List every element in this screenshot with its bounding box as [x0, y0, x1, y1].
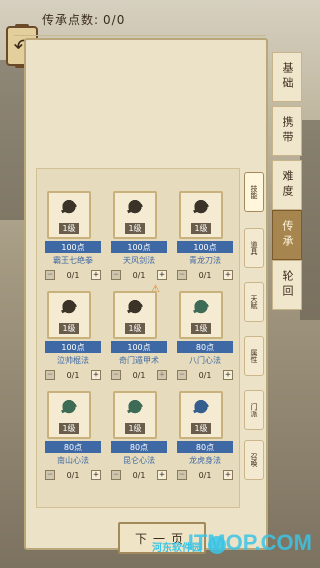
skill-card[interactable]: 1级: [47, 291, 91, 339]
monk-icon: [189, 296, 213, 321]
skill-cost: 80点: [177, 441, 233, 453]
skill-stepper: − 0/1 +: [111, 469, 167, 481]
skill-cell: 1级 80点 南山心法 − 0/1 +: [41, 391, 105, 487]
skill-cost: 80点: [45, 441, 101, 453]
minus-button[interactable]: −: [177, 270, 187, 280]
skill-cell: 1级 100点 青龙刀法 − 0/1 +: [173, 191, 237, 287]
minus-button[interactable]: −: [45, 470, 55, 480]
step-value: 0/1: [198, 270, 212, 280]
plus-button[interactable]: +: [91, 370, 101, 380]
skill-card[interactable]: 1级: [113, 391, 157, 439]
skill-card[interactable]: 1级: [47, 391, 91, 439]
skill-cell: 1级 100点 泣帅棍法 − 0/1 +: [41, 291, 105, 387]
points-label: 传承点数:: [42, 13, 100, 27]
skill-name: 八门心法: [189, 356, 221, 365]
skill-cost: 100点: [45, 341, 101, 353]
step-value: 0/1: [132, 470, 146, 480]
side-tab-reincarnation[interactable]: 轮回: [272, 260, 302, 310]
skill-name: 泣帅棍法: [57, 356, 89, 365]
blade-icon: [189, 196, 213, 221]
staff-icon: [57, 296, 81, 321]
sub-tab-talent[interactable]: 天赋: [244, 282, 264, 322]
skill-card[interactable]: 1级: [47, 191, 91, 239]
sub-tab-items[interactable]: 道具: [244, 228, 264, 268]
roof-decoration: [300, 120, 320, 320]
sub-tab-attributes[interactable]: 属性: [244, 336, 264, 376]
skill-cell: 1级 80点 八门心法 − 0/1 +: [173, 291, 237, 387]
sub-tab-summon[interactable]: 召唤: [244, 440, 264, 480]
plus-button[interactable]: +: [223, 270, 233, 280]
swordsman-icon: [123, 196, 147, 221]
skill-cost: 100点: [45, 241, 101, 253]
watermark: ITMOP.COM: [187, 530, 312, 555]
skill-stepper: − 0/1 +: [45, 369, 101, 381]
skill-stepper: − 0/1 +: [177, 269, 233, 281]
skill-cost: 100点: [111, 241, 167, 253]
plus-button[interactable]: +: [157, 470, 167, 480]
side-tab-carry[interactable]: 携带: [272, 106, 302, 156]
skill-card[interactable]: 1级: [179, 391, 223, 439]
skill-name: 天风剑法: [123, 256, 155, 265]
side-tab-inheritance[interactable]: 传承: [272, 210, 302, 260]
skill-cell: 1级 100点 天风剑法 − 0/1 +: [107, 191, 171, 287]
skill-card[interactable]: 1级: [179, 191, 223, 239]
step-value: 0/1: [132, 270, 146, 280]
minus-button[interactable]: −: [111, 470, 121, 480]
minus-button[interactable]: −: [111, 270, 121, 280]
skill-name: 昆仑心法: [123, 456, 155, 465]
step-value: 0/1: [66, 370, 80, 380]
skill-cell: 1级 100点 霸王七绝拳 − 0/1 +: [41, 191, 105, 287]
skill-cost: 100点: [177, 241, 233, 253]
meditation-icon: [123, 396, 147, 421]
plus-button[interactable]: +: [91, 470, 101, 480]
skill-name: 霸王七绝拳: [53, 256, 93, 265]
plus-button[interactable]: +: [223, 470, 233, 480]
skill-grid: 1级 100点 霸王七绝拳 − 0/1 + 1级 100点 天风剑法 − 0/1…: [36, 168, 240, 508]
skill-stepper: − 0/1 +: [177, 469, 233, 481]
skill-cost: 80点: [111, 441, 167, 453]
martial-artist-icon: [57, 196, 81, 221]
skill-stepper: − 0/1 +: [111, 269, 167, 281]
skill-card[interactable]: 1级: [113, 191, 157, 239]
skill-cost: 80点: [177, 341, 233, 353]
step-value: 0/1: [132, 370, 146, 380]
points-header: 传承点数: 0/0: [14, 4, 266, 36]
skill-stepper: − 0/1 +: [45, 469, 101, 481]
minus-button[interactable]: −: [111, 370, 121, 380]
side-tab-difficulty[interactable]: 难度: [272, 160, 302, 210]
skill-card[interactable]: 1级: [113, 291, 157, 339]
minus-button[interactable]: −: [177, 370, 187, 380]
sub-tab-sect[interactable]: 门派: [244, 390, 264, 430]
plus-button[interactable]: +: [157, 270, 167, 280]
mystic-icon: [123, 296, 147, 321]
skill-card[interactable]: 1级: [179, 291, 223, 339]
step-value: 0/1: [66, 270, 80, 280]
skill-cell: 1级 80点 昆仑心法 − 0/1 +: [107, 391, 171, 487]
side-tab-basic[interactable]: 基础: [272, 52, 302, 102]
skill-name: 奇门遁甲术: [119, 356, 159, 365]
skill-name: 龙虎身法: [189, 456, 221, 465]
plus-button[interactable]: +: [157, 370, 167, 380]
plus-button[interactable]: +: [91, 270, 101, 280]
minus-button[interactable]: −: [45, 370, 55, 380]
roof-decoration: [0, 60, 26, 220]
step-value: 0/1: [198, 470, 212, 480]
skill-cell: 1级 80点 龙虎身法 − 0/1 +: [173, 391, 237, 487]
minus-button[interactable]: −: [45, 270, 55, 280]
skill-cell: ⚠ 1级 100点 奇门遁甲术 − 0/1 +: [107, 285, 171, 387]
step-value: 0/1: [66, 470, 80, 480]
skill-stepper: − 0/1 +: [177, 369, 233, 381]
sub-tab-skills[interactable]: 技能: [244, 172, 264, 212]
skill-stepper: − 0/1 +: [111, 369, 167, 381]
skill-stepper: − 0/1 +: [45, 269, 101, 281]
meditation-icon: [57, 396, 81, 421]
minus-button[interactable]: −: [177, 470, 187, 480]
skill-name: 南山心法: [57, 456, 89, 465]
plus-button[interactable]: +: [223, 370, 233, 380]
step-value: 0/1: [198, 370, 212, 380]
movement-icon: [189, 396, 213, 421]
skill-cost: 100点: [111, 341, 167, 353]
skill-name: 青龙刀法: [189, 256, 221, 265]
points-value: 0/0: [103, 12, 126, 27]
